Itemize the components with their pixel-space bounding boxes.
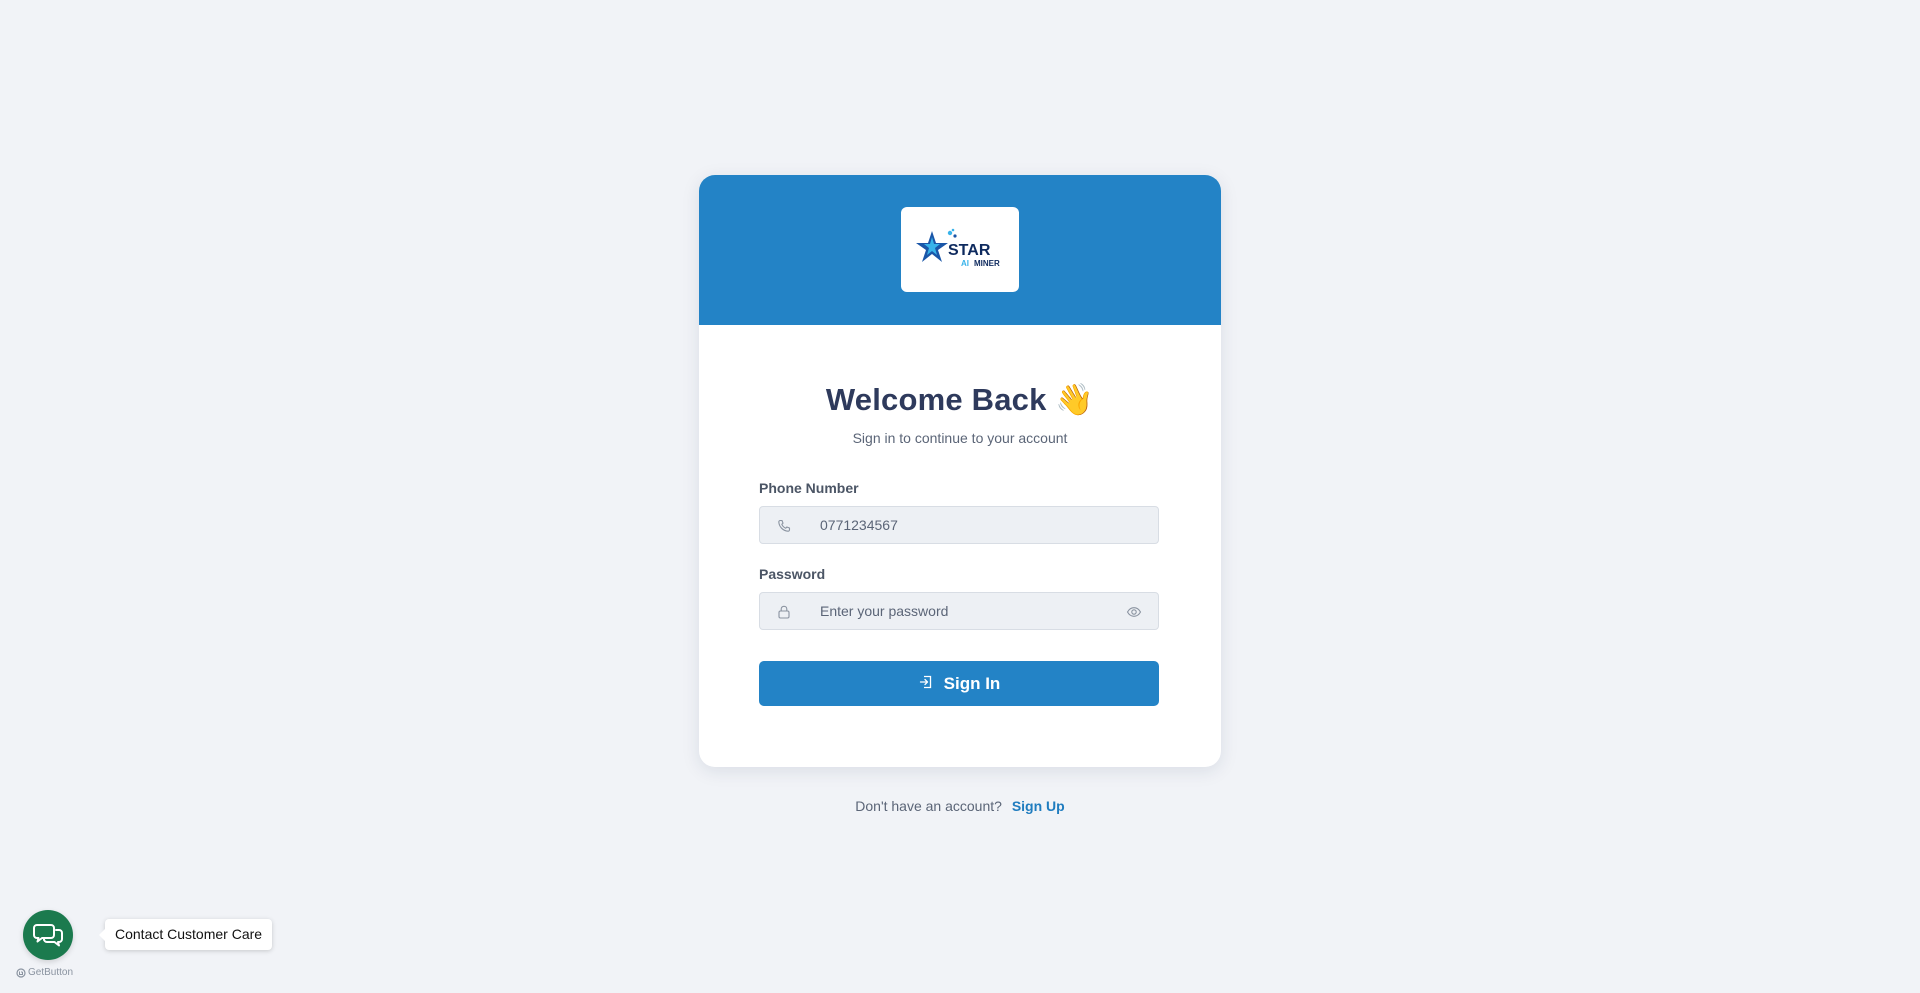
chat-bubbles-icon <box>33 924 63 947</box>
page-title: Welcome Back 👋 <box>825 382 1095 417</box>
svg-text:MINER: MINER <box>974 259 1000 268</box>
signup-prompt-line: Don't have an account? Sign Up <box>0 798 1920 814</box>
password-field[interactable] <box>759 592 1159 630</box>
customer-care-tooltip: Contact Customer Care <box>98 919 273 950</box>
getbutton-credit[interactable]: GetButton <box>16 967 73 978</box>
sign-up-link[interactable]: Sign Up <box>1012 798 1065 814</box>
svg-text:AI: AI <box>961 259 969 268</box>
sign-in-icon <box>919 675 931 688</box>
card-header: STAR AI MINER <box>699 175 1221 325</box>
phone-input[interactable] <box>820 507 1120 543</box>
login-page: STAR AI MINER Welcome Back 👋 Sign in to … <box>0 0 1920 993</box>
phone-label: Phone Number <box>759 480 859 496</box>
phone-icon <box>778 519 791 532</box>
svg-text:STAR: STAR <box>948 242 991 259</box>
password-input[interactable] <box>820 593 1120 629</box>
sign-in-button[interactable]: Sign In <box>759 661 1159 706</box>
lock-icon <box>778 605 790 619</box>
eye-icon[interactable] <box>1126 604 1142 620</box>
phone-field[interactable] <box>759 506 1159 544</box>
login-card: STAR AI MINER Welcome Back 👋 Sign in to … <box>699 175 1221 767</box>
sign-in-label: Sign In <box>943 673 1001 693</box>
getbutton-logo-icon <box>16 967 26 978</box>
star-logo-icon: STAR AI MINER <box>916 228 1000 268</box>
password-label: Password <box>759 566 826 582</box>
signup-prompt: Don't have an account? <box>855 798 1002 814</box>
customer-care-chat-button[interactable] <box>23 910 73 960</box>
getbutton-brand: GetButton <box>28 967 74 978</box>
brand-logo: STAR AI MINER <box>901 207 1019 292</box>
page-subtitle: Sign in to continue to your account <box>852 430 1068 446</box>
